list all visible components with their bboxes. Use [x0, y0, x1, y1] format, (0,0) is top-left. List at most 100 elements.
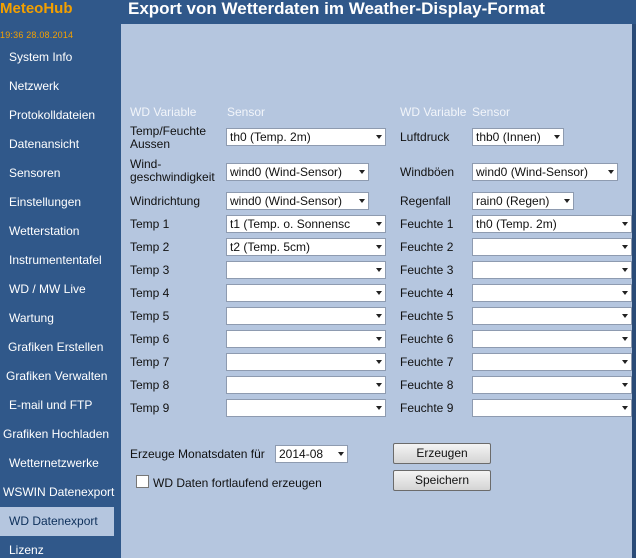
chevron-down-icon	[622, 360, 628, 364]
label-feuchte-9: Feuchte 9	[400, 401, 454, 415]
select-temp-1[interactable]: t1 (Temp. o. Sonnensc	[226, 215, 386, 233]
app-logo: MeteoHub	[0, 0, 121, 27]
select-feuchte-4[interactable]	[472, 284, 632, 302]
select-regenfall[interactable]: rain0 (Regen)	[472, 192, 574, 210]
label-feuchte-7: Feuchte 7	[400, 355, 454, 369]
select-feuchte-3[interactable]	[472, 261, 632, 279]
header-wd-variable-left: WD Variable	[130, 105, 197, 119]
label-windboeen: Windböen	[400, 165, 455, 179]
label-continuous-export: WD Daten fortlaufend erzeugen	[153, 476, 322, 490]
sidebar-item-instrumententafel[interactable]: Instrumententafel	[0, 246, 121, 275]
sidebar-item-system-info[interactable]: System Info	[0, 43, 121, 72]
sidebar-item-wartung[interactable]: Wartung	[0, 304, 121, 333]
select-temp-feuchte-aussen[interactable]: th0 (Temp. 2m)	[226, 128, 386, 146]
chevron-down-icon	[376, 406, 382, 410]
label-feuchte-4: Feuchte 4	[400, 286, 454, 300]
chevron-down-icon	[622, 222, 628, 226]
chevron-down-icon	[376, 291, 382, 295]
sidebar-item-sensoren[interactable]: Sensoren	[0, 159, 121, 188]
select-feuchte-1[interactable]: th0 (Temp. 2m)	[472, 215, 632, 233]
sidebar-item-grafiken-verwalten[interactable]: Grafiken Verwalten	[0, 362, 121, 391]
clock-readout: 19:36 28.08.2014	[0, 30, 74, 40]
label-windrichtung: Windrichtung	[130, 194, 201, 208]
label-temp-7: Temp 7	[130, 355, 170, 369]
chevron-down-icon	[376, 314, 382, 318]
chevron-down-icon	[608, 170, 614, 174]
label-feuchte-2: Feuchte 2	[400, 240, 454, 254]
select-feuchte-7[interactable]	[472, 353, 632, 371]
sidebar-item-email-ftp[interactable]: E-mail und FTP	[0, 391, 121, 420]
label-luftdruck: Luftdruck	[400, 130, 450, 144]
select-month[interactable]: 2014-08	[275, 445, 348, 463]
header-wd-variable-right: WD Variable	[400, 105, 467, 119]
save-button[interactable]: Speichern	[393, 470, 491, 491]
sidebar-item-wd-mw-live[interactable]: WD / MW Live	[0, 275, 121, 304]
sidebar-item-grafiken-hochladen[interactable]: Grafiken Hochladen	[0, 420, 121, 449]
label-monatsdaten: Erzeuge Monatsdaten für	[130, 447, 265, 461]
select-feuchte-6[interactable]	[472, 330, 632, 348]
header-sensor-right: Sensor	[472, 105, 511, 119]
chevron-down-icon	[622, 337, 628, 341]
label-temp-8: Temp 8	[130, 378, 170, 392]
label-temp-6: Temp 6	[130, 332, 170, 346]
chevron-down-icon	[376, 383, 382, 387]
select-feuchte-5[interactable]	[472, 307, 632, 325]
label-temp-4: Temp 4	[130, 286, 170, 300]
sidebar-item-wswin-datenexport[interactable]: WSWIN Datenexport	[0, 478, 121, 507]
chevron-down-icon	[338, 452, 344, 456]
select-temp-7[interactable]	[226, 353, 386, 371]
chevron-down-icon	[376, 360, 382, 364]
select-luftdruck[interactable]: thb0 (Innen)	[472, 128, 564, 146]
chevron-down-icon	[622, 383, 628, 387]
select-feuchte-9[interactable]	[472, 399, 632, 417]
chevron-down-icon	[359, 199, 365, 203]
select-temp-2[interactable]: t2 (Temp. 5cm)	[226, 238, 386, 256]
label-temp-feuchte-aussen: Temp/Feuchte Aussen	[130, 124, 207, 151]
sidebar-item-grafiken-erstellen[interactable]: Grafiken Erstellen	[0, 333, 121, 362]
label-temp-3: Temp 3	[130, 263, 170, 277]
chevron-down-icon	[376, 268, 382, 272]
select-windboeen[interactable]: wind0 (Wind-Sensor)	[472, 163, 618, 181]
chevron-down-icon	[622, 245, 628, 249]
select-temp-5[interactable]	[226, 307, 386, 325]
chevron-down-icon	[554, 135, 560, 139]
sidebar-item-netzwerk[interactable]: Netzwerk	[0, 72, 121, 101]
chevron-down-icon	[622, 291, 628, 295]
select-feuchte-2[interactable]	[472, 238, 632, 256]
chevron-down-icon	[376, 135, 382, 139]
chevron-down-icon	[622, 268, 628, 272]
label-regenfall: Regenfall	[400, 194, 451, 208]
chevron-down-icon	[359, 170, 365, 174]
label-temp-9: Temp 9	[130, 401, 170, 415]
page-title: Export von Wetterdaten im Weather-Displa…	[128, 0, 545, 18]
label-windgeschwindigkeit: Wind- geschwindigkeit	[130, 157, 215, 184]
sidebar-item-lizenz[interactable]: Lizenz	[0, 536, 121, 558]
create-button[interactable]: Erzeugen	[393, 443, 491, 464]
sidebar-item-protokolldateien[interactable]: Protokolldateien	[0, 101, 121, 130]
continuous-export-checkbox[interactable]	[136, 475, 149, 488]
chevron-down-icon	[564, 199, 570, 203]
select-feuchte-8[interactable]	[472, 376, 632, 394]
select-temp-8[interactable]	[226, 376, 386, 394]
chevron-down-icon	[622, 406, 628, 410]
sidebar-item-einstellungen[interactable]: Einstellungen	[0, 188, 121, 217]
label-feuchte-6: Feuchte 6	[400, 332, 454, 346]
select-temp-9[interactable]	[226, 399, 386, 417]
label-feuchte-5: Feuchte 5	[400, 309, 454, 323]
label-temp-2: Temp 2	[130, 240, 170, 254]
select-temp-3[interactable]	[226, 261, 386, 279]
select-temp-6[interactable]	[226, 330, 386, 348]
sidebar-item-wetternetzwerke[interactable]: Wetternetzwerke	[0, 449, 121, 478]
chevron-down-icon	[622, 314, 628, 318]
label-feuchte-3: Feuchte 3	[400, 263, 454, 277]
label-feuchte-8: Feuchte 8	[400, 378, 454, 392]
select-windgeschwindigkeit[interactable]: wind0 (Wind-Sensor)	[226, 163, 369, 181]
sidebar-item-wetterstation[interactable]: Wetterstation	[0, 217, 121, 246]
sidebar-item-datenansicht[interactable]: Datenansicht	[0, 130, 121, 159]
sidebar-item-wd-datenexport[interactable]: WD Datenexport	[0, 507, 114, 536]
label-temp-5: Temp 5	[130, 309, 170, 323]
select-temp-4[interactable]	[226, 284, 386, 302]
header-sensor-left: Sensor	[227, 105, 266, 119]
select-windrichtung[interactable]: wind0 (Wind-Sensor)	[226, 192, 369, 210]
label-feuchte-1: Feuchte 1	[400, 217, 454, 231]
